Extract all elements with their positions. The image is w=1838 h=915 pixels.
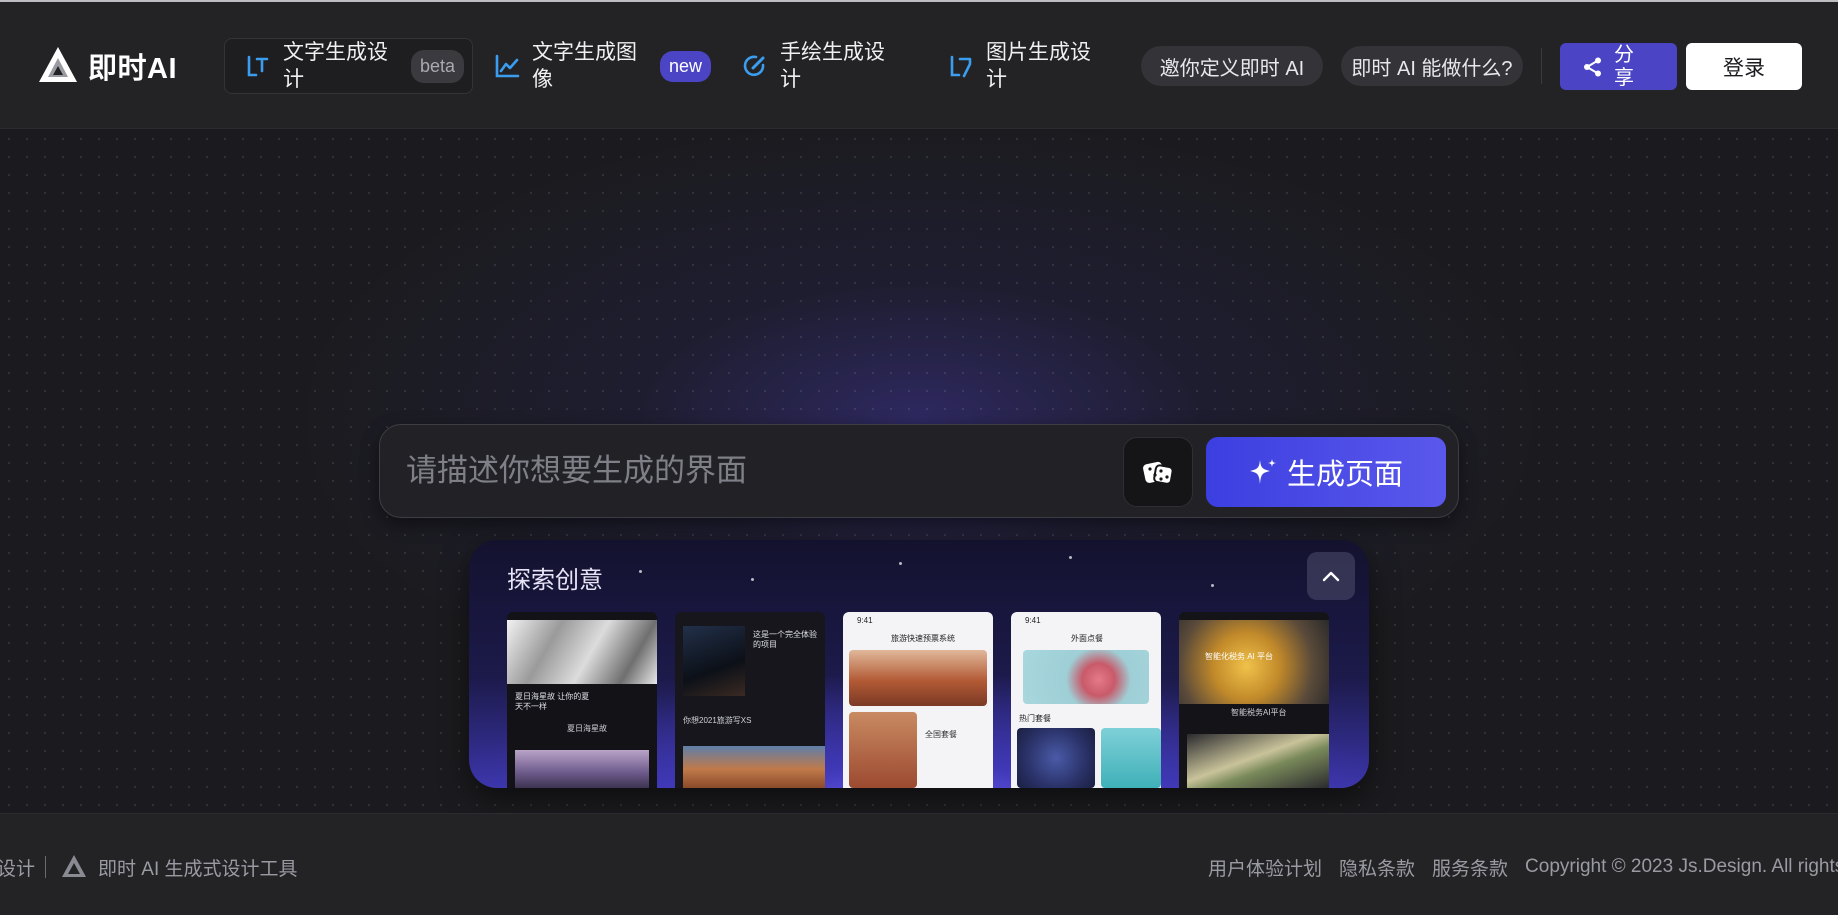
nav-label: 文字生成图像 [532, 41, 637, 91]
text-design-icon [247, 55, 269, 77]
invite-define-pill[interactable]: 邀你定义即时 AI [1141, 46, 1323, 86]
logo-icon [39, 47, 77, 82]
main-hero: 生成页面 探索创意 夏日海星故 让你的夏天不一样 夏日海星故 这是一个完全体验的… [0, 130, 1838, 813]
card-photo [849, 650, 987, 706]
share-button[interactable]: 分享 [1560, 43, 1677, 90]
idea-card-3[interactable]: 9:41 旅游快速预票系统 全国套餐 [843, 612, 993, 788]
share-label: 分享 [1614, 43, 1634, 89]
card-photo [515, 750, 649, 788]
nav-text-to-design[interactable]: 文字生成设计 beta [224, 38, 473, 94]
card-section: 全国套餐 [925, 730, 957, 739]
image-design-icon [950, 55, 972, 78]
idea-card-5[interactable]: 智能化税务 AI 平台 智能税务AI平台 [1179, 612, 1329, 788]
logo-text: 即时AI [88, 53, 178, 85]
card-photo-small-2 [1101, 728, 1161, 788]
card-hero-image [507, 620, 657, 684]
login-button[interactable]: 登录 [1686, 43, 1802, 90]
footer-link-privacy[interactable]: 隐私条款 [1339, 854, 1415, 881]
card-photo-small [1017, 728, 1095, 788]
card-caption: 这是一个完全体验的项目 [753, 630, 817, 649]
footer-brand-text: 即时 AI 生成式设计工具 [98, 858, 298, 880]
nav-text-to-image[interactable]: 文字生成图像 new [494, 40, 712, 92]
chevron-up-icon [1322, 571, 1340, 582]
generate-page-button[interactable]: 生成页面 [1206, 437, 1446, 507]
sparkle-icon [1249, 459, 1276, 484]
card-caption: 旅游快速预票系统 [891, 634, 955, 643]
header-divider [1541, 48, 1542, 84]
footer-link-terms[interactable]: 服务条款 [1432, 854, 1508, 881]
card-thumb [683, 626, 745, 696]
card-section: 热门套餐 [1019, 714, 1051, 723]
nav-label: 手绘生成设计 [780, 41, 885, 91]
footer-separator [45, 856, 47, 878]
footer-copyright: Copyright © 2023 Js.Design. All rights r… [1525, 856, 1838, 877]
explore-title: 探索创意 [507, 567, 603, 594]
footer-cut-text: 设计 [0, 858, 36, 880]
nav-sketch-to-design[interactable]: 手绘生成设计 [742, 40, 896, 92]
card-caption: 夏日海星故 让你的夏天不一样 [515, 692, 590, 711]
idea-card-1[interactable]: 夏日海星故 让你的夏天不一样 夏日海星故 [507, 612, 657, 788]
footer-link-ux-plan[interactable]: 用户体验计划 [1208, 854, 1322, 881]
card-photo-small [849, 712, 917, 788]
card-caption: 外面点餐 [1071, 634, 1103, 643]
card-photo [1023, 650, 1149, 704]
idea-card-2[interactable]: 这是一个完全体验的项目 你想2021旅游写XS [675, 612, 825, 788]
chart-line-icon [495, 54, 520, 78]
top-header: 即时AI 文字生成设计 beta 文字生成图像 new 手绘生成设计 图片生成设… [0, 2, 1838, 129]
card-section: 智能税务AI平台 [1231, 708, 1287, 717]
prompt-bar: 生成页面 [379, 424, 1459, 518]
prompt-input[interactable] [406, 443, 1086, 499]
brand-logo[interactable]: 即时AI [36, 44, 177, 88]
new-badge: new [660, 50, 712, 82]
random-dice-button[interactable] [1123, 437, 1193, 507]
card-photo [683, 746, 825, 788]
nav-image-to-design[interactable]: 图片生成设计 [948, 40, 1102, 92]
explore-ideas-panel: 探索创意 夏日海星故 让你的夏天不一样 夏日海星故 这是一个完全体验的项目 你想… [469, 540, 1369, 788]
card-time: 9:41 [857, 616, 873, 625]
card-caption: 智能化税务 AI 平台 [1205, 652, 1274, 661]
beta-badge: beta [411, 49, 465, 83]
generate-label: 生成页面 [1286, 459, 1403, 491]
nav-label: 文字生成设计 [283, 41, 388, 91]
dice-icon [1143, 461, 1174, 485]
footer-brand: 设计 即时 AI 生成式设计工具 [0, 854, 298, 880]
collapse-button[interactable] [1307, 552, 1355, 600]
card-photo [1187, 734, 1329, 788]
card-section: 你想2021旅游写XS [683, 716, 752, 725]
page-footer: 设计 即时 AI 生成式设计工具 用户体验计划 隐私条款 服务条款 Copyri… [0, 813, 1838, 915]
footer-links: 用户体验计划 隐私条款 服务条款 Copyright © 2023 Js.Des… [1208, 854, 1838, 880]
card-hero-image [1179, 620, 1329, 704]
pencil-circle-icon [743, 55, 765, 77]
share-icon [1584, 57, 1601, 76]
what-can-ai-do-pill[interactable]: 即时 AI 能做什么? [1341, 46, 1523, 86]
card-section: 夏日海星故 [567, 724, 607, 733]
card-time: 9:41 [1025, 616, 1041, 625]
footer-logo-icon [62, 855, 87, 877]
idea-card-4[interactable]: 9:41 外面点餐 热门套餐 [1011, 612, 1161, 788]
nav-label: 图片生成设计 [986, 41, 1091, 91]
